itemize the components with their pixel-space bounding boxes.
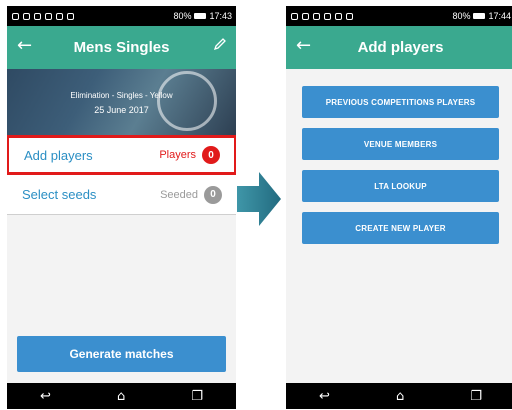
status-bar: 80% 17:43 [7,6,236,26]
battery-icon [473,13,486,19]
add-players-row[interactable]: Add players Players 0 [7,135,236,175]
notification-icon [346,12,353,20]
notification-icon [56,12,63,20]
notification-icon [291,12,298,20]
nav-recents-icon[interactable]: ❐ [470,389,482,404]
notification-icon [313,12,320,20]
competition-date: 25 June 2017 [94,105,149,115]
status-right: 80% 17:44 [452,11,511,21]
notification-icon [302,12,309,20]
android-nav-bar: ↩ ⌂ ❐ [7,383,236,409]
competition-type: Elimination - Singles - Yellow [70,91,173,100]
notification-icon [34,12,41,20]
status-right: 80% 17:43 [173,11,232,21]
nav-back-icon[interactable]: ↩ [319,389,330,404]
nav-recents-icon[interactable]: ❐ [191,389,203,404]
transition-arrow-icon [237,172,283,231]
back-arrow-icon[interactable]: ← [296,35,311,56]
page-title: Add players [357,39,444,56]
seeded-meta-label: Seeded [160,188,198,201]
notification-icons [291,12,353,20]
page-title: Mens Singles [73,39,170,56]
add-players-label: Add players [24,147,93,163]
seeded-count-meta: Seeded 0 [160,185,222,204]
nav-home-icon[interactable]: ⌂ [117,389,125,404]
back-arrow-icon[interactable]: ← [17,35,32,56]
seeded-count-badge: 0 [204,185,222,204]
battery-icon [194,13,207,19]
notification-icon [12,12,19,20]
status-time: 17:43 [209,11,232,21]
venue-members-button[interactable]: VENUE MEMBERS [302,128,499,160]
lta-lookup-button[interactable]: LTA LOOKUP [302,170,499,202]
edit-pencil-icon[interactable] [213,37,227,56]
select-seeds-label: Select seeds [22,187,97,202]
notification-icon [45,12,52,20]
status-time: 17:44 [488,11,511,21]
phone-mens-singles: 80% 17:43 ← Mens Singles Elimination - S… [7,6,236,409]
notification-icons [12,12,74,20]
android-nav-bar: ↩ ⌂ ❐ [286,383,512,409]
players-meta-label: Players [159,149,196,161]
notification-icon [324,12,331,20]
app-bar: ← Add players [286,26,512,69]
create-new-player-button[interactable]: CREATE NEW PLAYER [302,212,499,244]
phone-add-players: 80% 17:44 ← Add players PREVIOUS COMPETI… [286,6,512,409]
screenshot-stage: 80% 17:43 ← Mens Singles Elimination - S… [0,0,512,410]
app-bar: ← Mens Singles [7,26,236,69]
notification-icon [67,12,74,20]
battery-percent: 80% [173,11,192,21]
select-seeds-row[interactable]: Select seeds Seeded 0 [7,175,236,215]
status-bar: 80% 17:44 [286,6,512,26]
players-count-meta: Players 0 [159,146,220,164]
nav-back-icon[interactable]: ↩ [40,389,51,404]
generate-matches-button[interactable]: Generate matches [17,336,226,372]
nav-home-icon[interactable]: ⌂ [396,389,404,404]
previous-competitions-players-button[interactable]: PREVIOUS COMPETITIONS PLAYERS [302,86,499,118]
notification-icon [23,12,30,20]
racket-image [157,71,217,131]
notification-icon [335,12,342,20]
competition-banner: Elimination - Singles - Yellow 25 June 2… [7,69,236,135]
battery-percent: 80% [452,11,471,21]
players-count-badge: 0 [202,146,220,164]
